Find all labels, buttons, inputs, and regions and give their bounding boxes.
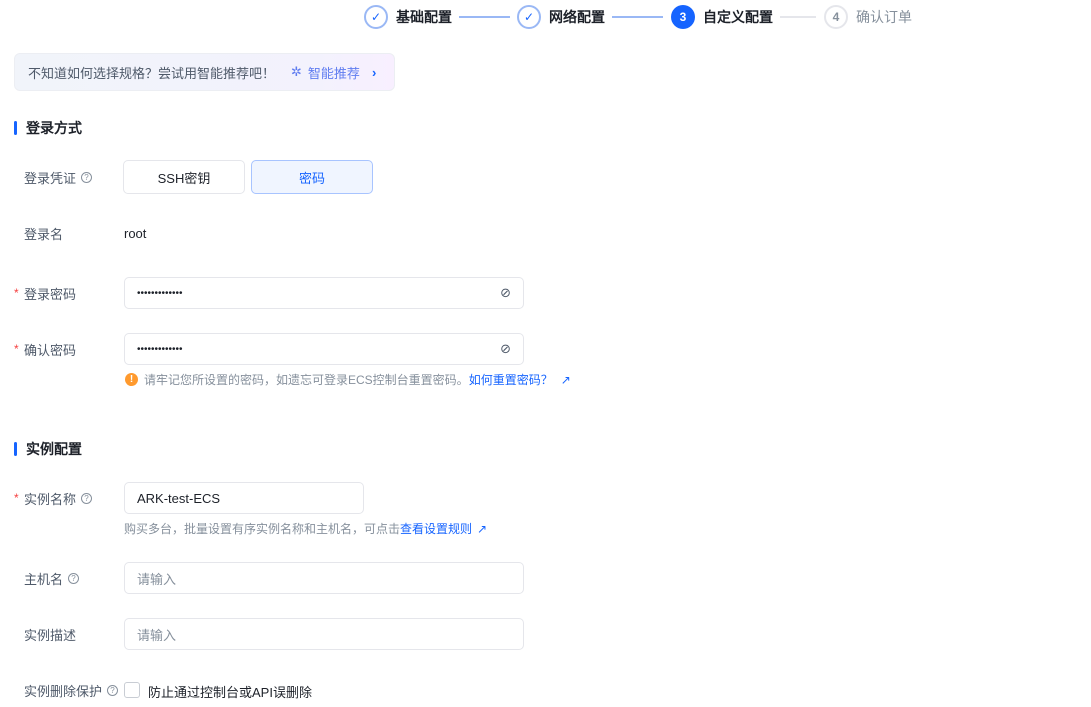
view-rules-link[interactable]: 查看设置规则 — [400, 520, 472, 537]
help-icon[interactable]: ? — [107, 684, 119, 696]
help-icon[interactable]: ? — [81, 171, 93, 183]
username-label: 登录名 — [24, 226, 64, 242]
description-label: 实例描述 — [24, 627, 77, 643]
eye-off-icon[interactable]: ⊘ — [500, 341, 511, 357]
credential-label: 登录凭证? — [14, 167, 93, 187]
check-icon: ✓ — [364, 5, 388, 29]
step-4[interactable]: 4 确认订单 — [824, 5, 912, 29]
hostname-label: 主机名? — [14, 568, 80, 588]
password-input[interactable]: ••••••••••••• ⊘ — [124, 277, 524, 309]
check-icon: ✓ — [517, 5, 541, 29]
instance-name-label: * 实例名称? — [14, 488, 93, 508]
password-option[interactable]: 密码 — [251, 160, 373, 194]
step-connector — [612, 16, 663, 18]
confirm-password-label: * 确认密码 — [14, 342, 77, 358]
ssh-key-option[interactable]: SSH密钥 — [123, 160, 245, 194]
delete-protection-text: 防止通过控制台或API误删除 — [148, 685, 312, 700]
step-connector — [459, 16, 510, 18]
confirm-password-input[interactable]: ••••••••••••• ⊘ — [124, 333, 524, 365]
password-label: * 登录密码 — [14, 286, 77, 302]
smart-recommend-link[interactable]: ✲ 智能推荐 › — [291, 63, 376, 82]
external-link-icon: ↗ — [477, 521, 488, 536]
username-value: root — [124, 226, 147, 241]
delete-protection-label: 实例删除保护? — [14, 680, 119, 700]
delete-protection-checkbox[interactable] — [124, 682, 140, 698]
step-3[interactable]: 3 自定义配置 — [671, 5, 773, 29]
hostname-input[interactable]: 请输入 — [124, 562, 524, 594]
reset-password-link[interactable]: 如何重置密码？ — [469, 371, 553, 388]
help-icon[interactable]: ? — [68, 572, 80, 584]
description-input[interactable]: 请输入 — [124, 618, 524, 650]
recommend-banner: 不知道如何选择规格？尝试用智能推荐吧！ ✲ 智能推荐 › — [14, 53, 395, 91]
warning-icon: ! — [125, 373, 138, 386]
section-title: 登录方式 — [14, 118, 82, 138]
step-number: 4 — [824, 5, 848, 29]
step-connector — [780, 16, 816, 18]
help-icon[interactable]: ? — [81, 492, 93, 504]
step-number: 3 — [671, 5, 695, 29]
step-1[interactable]: ✓ 基础配置 — [364, 5, 452, 29]
sparkle-icon: ✲ — [291, 64, 302, 79]
instance-name-input[interactable]: ARK-test-ECS — [124, 482, 364, 514]
section-title: 实例配置 — [14, 439, 82, 459]
instance-name-hint: 购买多台，批量设置有序实例名称和主机名，可点击 查看设置规则 ↗ — [124, 520, 488, 537]
password-hint: ! 请牢记您所设置的密码，如遗忘可登录ECS控制台重置密码。 如何重置密码？ ↗ — [125, 371, 571, 388]
eye-off-icon[interactable]: ⊘ — [500, 285, 511, 301]
external-link-icon: ↗ — [560, 372, 571, 387]
banner-text: 不知道如何选择规格？尝试用智能推荐吧！ — [28, 65, 276, 81]
step-2[interactable]: ✓ 网络配置 — [517, 5, 605, 29]
chevron-right-icon: › — [371, 64, 377, 80]
